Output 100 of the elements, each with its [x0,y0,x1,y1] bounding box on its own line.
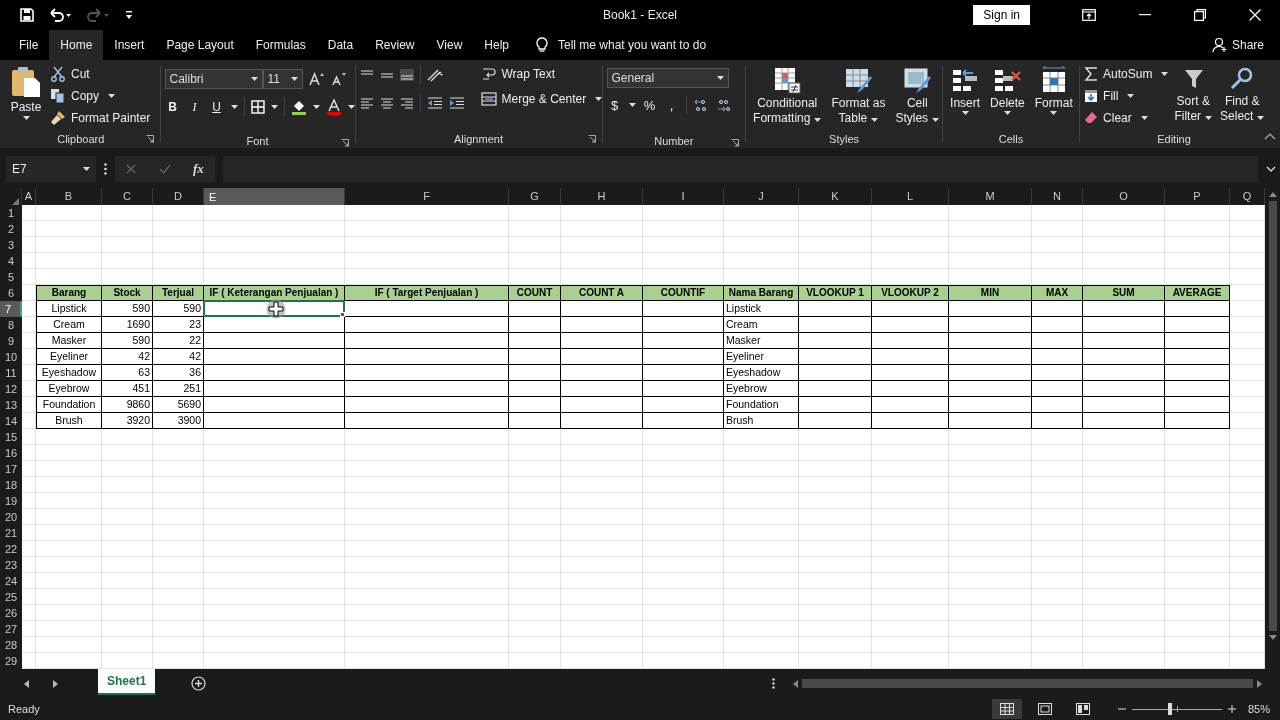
zoom-in-icon[interactable] [1227,705,1236,713]
row-number[interactable]: 3 [0,237,22,253]
row-number[interactable]: 22 [0,541,22,557]
format-painter-button[interactable]: Format Painter [50,108,151,127]
expand-icon[interactable] [1266,166,1276,172]
column-heading[interactable]: E [204,188,345,208]
minimize-icon[interactable] [1139,14,1151,16]
add-sheet-icon[interactable] [191,676,207,691]
row-number[interactable]: 27 [0,621,22,637]
row-number[interactable]: 26 [0,605,22,621]
row-number[interactable]: 2 [0,221,22,237]
sheet-tab[interactable]: Sheet1 [98,669,156,695]
selected-cell[interactable] [203,300,345,317]
increase-font-icon[interactable] [308,72,325,86]
row-number[interactable]: 8 [0,317,22,333]
zoom-level[interactable]: 85% [1247,703,1270,715]
row-number[interactable]: 24 [0,573,22,589]
menu-tab[interactable]: File [8,30,50,60]
caret-icon[interactable] [230,105,238,109]
ribbon-display-icon[interactable] [1082,9,1096,21]
decrease-font-icon[interactable] [330,72,347,86]
scroll-right-icon[interactable] [1257,679,1262,688]
row-number[interactable]: 17 [0,461,22,477]
scroll-left-icon[interactable] [793,679,798,688]
cut-button[interactable]: Cut [50,64,151,83]
share-button[interactable]: Share [1211,30,1264,60]
font-name-dropdown[interactable]: Calibri [164,69,263,89]
launcher-icon[interactable] [340,139,349,147]
row-number[interactable]: 19 [0,493,22,509]
italic-button[interactable]: I [186,99,203,115]
row-number[interactable]: 25 [0,589,22,605]
underline-button[interactable]: U [208,100,225,114]
menu-tab[interactable]: Data [316,30,365,60]
caret-icon[interactable] [347,105,355,109]
fill-color-icon[interactable] [290,99,307,115]
more-icon[interactable] [104,163,107,175]
fill-button[interactable]: Fill [1084,86,1169,105]
orientation-icon[interactable] [426,68,443,82]
style-button[interactable]: Cell Styles [892,64,943,128]
row-number[interactable]: 20 [0,509,22,525]
currency-button[interactable]: $ [606,97,623,113]
borders-icon[interactable] [250,100,265,114]
zoom-out-icon[interactable] [1117,705,1126,713]
row-number[interactable]: 11 [0,365,22,381]
check-icon[interactable] [158,164,171,174]
save-icon[interactable] [20,8,34,22]
previous-sheet-icon[interactable] [24,679,29,688]
next-sheet-icon[interactable] [53,679,58,688]
decrease-indent-icon[interactable] [426,97,443,109]
editing-button[interactable]: Sort & Filter [1172,64,1215,126]
row-number[interactable]: 10 [0,349,22,365]
cell-grid[interactable] [22,205,1265,669]
cells-button[interactable]: Insert [947,64,984,117]
caret-icon[interactable] [312,105,320,109]
menu-tab[interactable]: Page Layout [155,30,245,60]
number-format-dropdown[interactable]: General [606,68,729,88]
launcher-icon[interactable] [731,139,740,147]
paste-button[interactable]: Paste [6,64,46,122]
increase-decimal-icon[interactable] [692,98,709,112]
wrap-text-button[interactable]: Wrap Text [480,64,603,83]
horizontal-align-icon[interactable] [359,97,374,109]
row-number[interactable]: 4 [0,253,22,269]
redo-icon[interactable] [86,8,110,22]
insert-function-button[interactable]: fx [192,161,204,177]
row-number[interactable]: 9 [0,333,22,349]
launcher-icon[interactable] [587,135,596,143]
menu-tab[interactable]: Review [364,30,426,60]
row-number[interactable]: 12 [0,381,22,397]
row-number[interactable]: 16 [0,445,22,461]
row-number[interactable]: 18 [0,477,22,493]
caret-icon[interactable] [628,103,636,107]
row-number[interactable]: 5 [0,269,22,285]
menu-tab[interactable]: Insert [103,30,156,60]
collapse-ribbon-icon[interactable] [1264,133,1276,140]
cancel-icon[interactable] [126,164,137,174]
menu-tab[interactable]: Help [473,30,520,60]
row-number[interactable]: 23 [0,557,22,573]
autosum-button[interactable]: AutoSum [1084,64,1169,83]
horizontal-align-icon[interactable] [379,97,394,109]
row-number[interactable]: 1 [0,205,22,221]
row-number[interactable]: 15 [0,429,22,445]
row-number[interactable]: 7 [0,301,22,317]
font-size-dropdown[interactable]: 11 [262,69,303,89]
editing-button[interactable]: Find & Select [1218,64,1267,126]
row-number[interactable]: 6 [0,285,22,301]
normal-view-button[interactable] [991,699,1022,719]
cells-button[interactable]: Delete [987,64,1028,117]
customize-icon[interactable] [124,9,134,21]
vertical-align-icon[interactable] [399,69,414,81]
row-number[interactable]: 28 [0,637,22,653]
launcher-icon[interactable] [145,135,154,143]
increase-indent-icon[interactable] [448,97,465,109]
row-number[interactable]: 14 [0,413,22,429]
scroll-down-icon[interactable] [1268,635,1277,640]
close-icon[interactable] [1249,9,1261,21]
restore-icon[interactable] [1194,9,1206,21]
sign-in-button[interactable]: Sign in [973,5,1030,25]
style-button[interactable]: Conditional Formatting [750,64,825,128]
menu-tab[interactable]: View [425,30,474,60]
scroll-up-icon[interactable] [1268,192,1277,197]
